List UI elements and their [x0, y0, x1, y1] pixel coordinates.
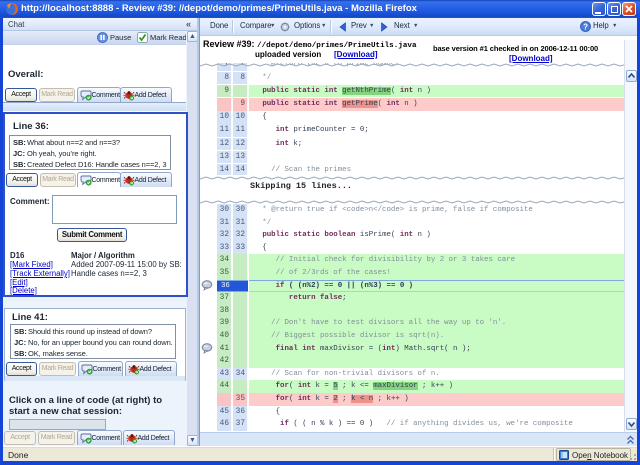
svg-text:?: ? — [583, 22, 588, 31]
